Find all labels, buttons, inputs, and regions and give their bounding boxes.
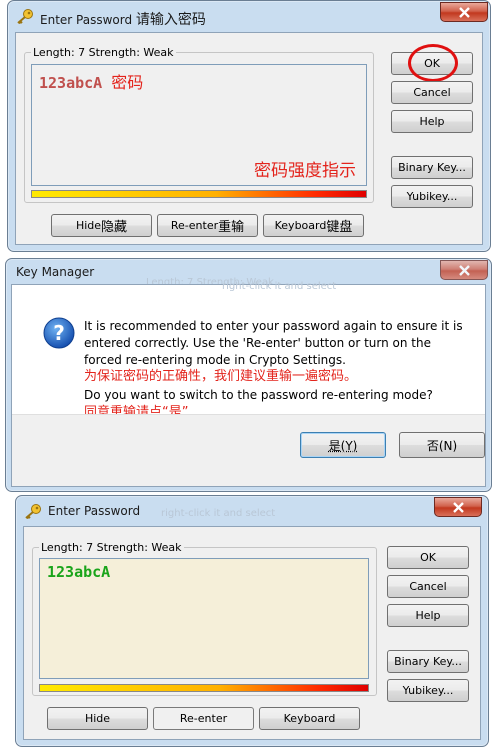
key-icon — [17, 9, 33, 24]
dialog-client: right-click it and select ? It is recomm… — [11, 281, 486, 487]
dialog-title: Key Manager — [16, 265, 95, 279]
hide-button-2-label: Hide — [84, 712, 111, 725]
question-icon: ? — [43, 317, 75, 349]
binary-key-button[interactable]: Binary Key... — [391, 156, 473, 179]
password-value-2: 123abcA — [47, 563, 111, 581]
window-2-ghost-text: right-click it and select — [161, 508, 276, 519]
password-group-2-legend: Length: 7 Strength: Weak — [39, 541, 184, 554]
window-1-title-annotation: 请输入密码 — [135, 12, 206, 28]
reenter-annotation: 重输 — [218, 220, 245, 235]
key-icon — [25, 504, 41, 519]
password-group-legend: Length: 7 Strength: Weak — [31, 46, 176, 59]
yes-button-label: 是(Y) — [328, 438, 358, 453]
password-field[interactable]: 123abcA 密码 密码强度指示 — [31, 64, 367, 186]
no-button[interactable]: 否(N) — [399, 432, 485, 458]
dialog-message-line-3: forced re-entering mode in Crypto Settin… — [84, 353, 346, 367]
cancel-button-label: Cancel — [413, 86, 451, 99]
binary-key-button-2[interactable]: Binary Key... — [387, 650, 469, 673]
close-icon — [459, 265, 470, 276]
keyboard-button[interactable]: Keyboard 键盘 — [263, 214, 364, 237]
svg-text:?: ? — [53, 321, 65, 345]
reenter-button-label: Re-enter — [170, 219, 219, 232]
cancel-button-2[interactable]: Cancel — [387, 575, 469, 598]
strength-bar — [31, 190, 367, 198]
password-annotation: 密码 — [111, 73, 144, 92]
hide-annotation: 隐藏 — [101, 220, 128, 235]
no-button-label: 否(N) — [426, 438, 458, 453]
window-2-titlebar[interactable]: Enter Password right-click it and select — [16, 496, 488, 526]
ok-highlight-circle — [408, 44, 458, 82]
hide-button-2[interactable]: Hide — [47, 707, 148, 730]
yubikey-button-2[interactable]: Yubikey... — [387, 679, 469, 702]
yubikey-button-2-label: Yubikey... — [402, 684, 454, 697]
dialog-question: Do you want to switch to the password re… — [84, 388, 433, 402]
help-button-2-label: Help — [415, 609, 441, 622]
dialog-message-line-1: It is recommended to enter your password… — [84, 319, 463, 333]
close-icon — [453, 502, 464, 513]
cancel-button-2-label: Cancel — [409, 580, 447, 593]
help-button-2[interactable]: Help — [387, 604, 469, 627]
hide-button[interactable]: Hide 隐藏 — [51, 214, 152, 237]
window-2-client: Length: 7 Strength: Weak 123abcA OK Canc… — [23, 526, 481, 740]
ok-button-2[interactable]: OK — [387, 546, 469, 569]
dialog-message-line-2: entered correctly. Use the 'Re-enter' bu… — [84, 336, 431, 350]
yubikey-button[interactable]: Yubikey... — [391, 185, 473, 208]
binary-key-button-2-label: Binary Key... — [394, 655, 462, 668]
enter-password-window-1: Enter Password 请输入密码 Length: 7 Strength:… — [7, 0, 491, 252]
hide-button-label: Hide — [75, 219, 102, 232]
yubikey-button-label: Yubikey... — [406, 190, 458, 203]
window-1-client: Length: 7 Strength: Weak 123abcA 密码 密码强度… — [15, 32, 483, 245]
dialog-button-area: 是(Y) 否(N) — [12, 414, 485, 486]
password-text: 123abcA 密码 — [39, 69, 143, 93]
window-1-close-button[interactable] — [440, 2, 488, 22]
strength-bar-2 — [39, 684, 369, 692]
close-icon — [459, 7, 470, 18]
keyboard-button-2[interactable]: Keyboard — [259, 707, 360, 730]
enter-password-window-2: Enter Password right-click it and select… — [15, 495, 489, 747]
dialog-close-button[interactable] — [440, 260, 488, 280]
keyboard-annotation: 键盘 — [326, 220, 353, 235]
keyboard-button-label: Keyboard — [274, 219, 327, 232]
key-manager-dialog: Key Manager Length: 7 Strength: Weak rig… — [5, 258, 492, 492]
binary-key-button-label: Binary Key... — [398, 161, 466, 174]
password-group-2: Length: 7 Strength: Weak 123abcA — [32, 541, 377, 696]
window-2-close-button[interactable] — [434, 497, 482, 517]
keyboard-button-2-label: Keyboard — [283, 712, 336, 725]
window-1-title: Enter Password — [40, 13, 133, 27]
help-button[interactable]: Help — [391, 110, 473, 133]
reenter-button-2[interactable]: Re-enter — [153, 707, 254, 730]
ok-button-2-label: OK — [420, 551, 436, 564]
password-group: Length: 7 Strength: Weak 123abcA 密码 密码强度… — [24, 46, 374, 203]
help-button-label: Help — [419, 115, 445, 128]
dialog-annotation-1: 为保证密码的正确性，我们建议重输一遍密码。 — [84, 369, 358, 384]
password-value: 123abcA — [39, 74, 103, 92]
password-field-2[interactable]: 123abcA — [39, 558, 369, 679]
reenter-button[interactable]: Re-enter 重输 — [157, 214, 258, 237]
cancel-button[interactable]: Cancel — [391, 81, 473, 104]
strength-annotation: 密码强度指示 — [254, 161, 356, 181]
window-1-titlebar[interactable]: Enter Password 请输入密码 — [8, 1, 490, 31]
reenter-button-2-label: Re-enter — [179, 712, 228, 725]
yes-button[interactable]: 是(Y) — [300, 432, 386, 458]
dialog-ghost-text-2: right-click it and select — [222, 281, 337, 292]
window-2-title: Enter Password — [48, 504, 141, 518]
